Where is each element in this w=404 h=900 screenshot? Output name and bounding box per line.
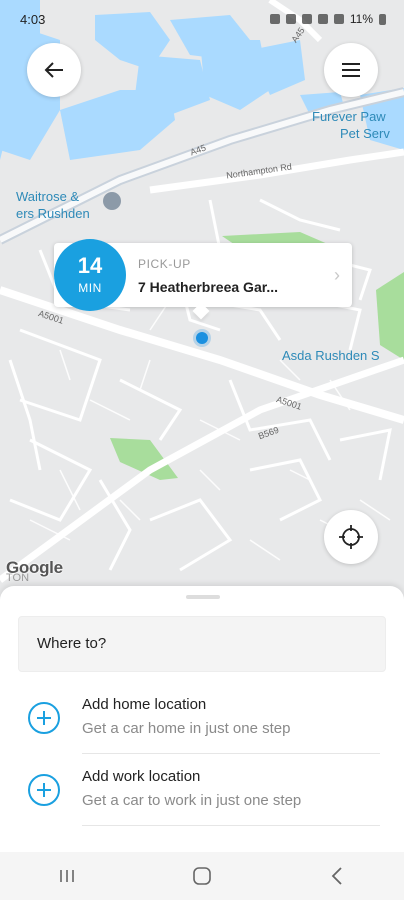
- current-location-dot: [196, 332, 208, 344]
- add-home-location-row[interactable]: Add home location Get a car home in just…: [0, 682, 404, 754]
- signal-icon: [333, 14, 344, 24]
- back-arrow-icon: [44, 62, 63, 78]
- map-label-furever-line1: Furever Paw: [312, 109, 386, 124]
- map-label-furever-line2: Pet Serv: [340, 126, 390, 141]
- crosshair-icon: [339, 525, 363, 549]
- plus-circle-icon: [28, 774, 60, 806]
- hamburger-menu-icon: [342, 63, 360, 77]
- map-label-waitrose-line2: ers Rushden: [16, 206, 90, 221]
- sheet-drag-handle[interactable]: [186, 595, 220, 599]
- where-to-input[interactable]: Where to?: [18, 616, 386, 672]
- pickup-label: PICK-UP: [138, 257, 191, 271]
- home-button[interactable]: [172, 856, 232, 896]
- notification-icon: [269, 14, 280, 24]
- status-time: 4:03: [20, 12, 46, 27]
- pickup-address: 7 Heatherbreea Gar...: [138, 279, 279, 295]
- add-work-location-row[interactable]: Add work location Get a car to work in j…: [0, 754, 404, 826]
- system-nav-bar: [0, 852, 404, 900]
- recent-apps-button[interactable]: [37, 856, 97, 896]
- wifi-icon: [317, 14, 328, 24]
- pickup-bubble[interactable]: 14 MIN PICK-UP 7 Heatherbreea Gar... ›: [54, 239, 352, 320]
- google-attribution: Google: [6, 558, 63, 577]
- battery-percent: 11%: [349, 12, 373, 26]
- menu-button[interactable]: [324, 43, 378, 97]
- my-location-button[interactable]: [324, 510, 378, 564]
- work-location-title: Add work location: [82, 768, 201, 785]
- status-bar: 4:03 11%: [0, 0, 404, 40]
- battery-icon: [379, 13, 386, 25]
- home-location-title: Add home location: [82, 696, 207, 713]
- map-label-asda: Asda Rushden S: [282, 348, 380, 363]
- chevron-left-icon: [331, 867, 342, 885]
- eta-badge: 14 MIN: [54, 239, 126, 311]
- plus-circle-icon: [28, 702, 60, 734]
- home-icon: [193, 867, 211, 885]
- shop-pin-icon: [103, 192, 121, 210]
- map-label-waitrose-line1: Waitrose &: [16, 189, 80, 204]
- work-location-subtitle: Get a car to work in just one step: [82, 792, 302, 809]
- status-icons: 11%: [269, 12, 386, 26]
- bottom-sheet: Where to? Add home location Get a car ho…: [0, 586, 404, 852]
- mute-icon: [285, 14, 296, 24]
- chevron-right-icon: ›: [334, 265, 340, 285]
- location-icon: [301, 14, 312, 24]
- recents-icon: [60, 870, 75, 882]
- eta-unit: MIN: [78, 281, 102, 295]
- back-nav-button[interactable]: [307, 856, 367, 896]
- row-divider: [82, 825, 380, 826]
- back-button[interactable]: [27, 43, 81, 97]
- home-location-subtitle: Get a car home in just one step: [82, 720, 291, 737]
- eta-minutes: 14: [77, 253, 103, 278]
